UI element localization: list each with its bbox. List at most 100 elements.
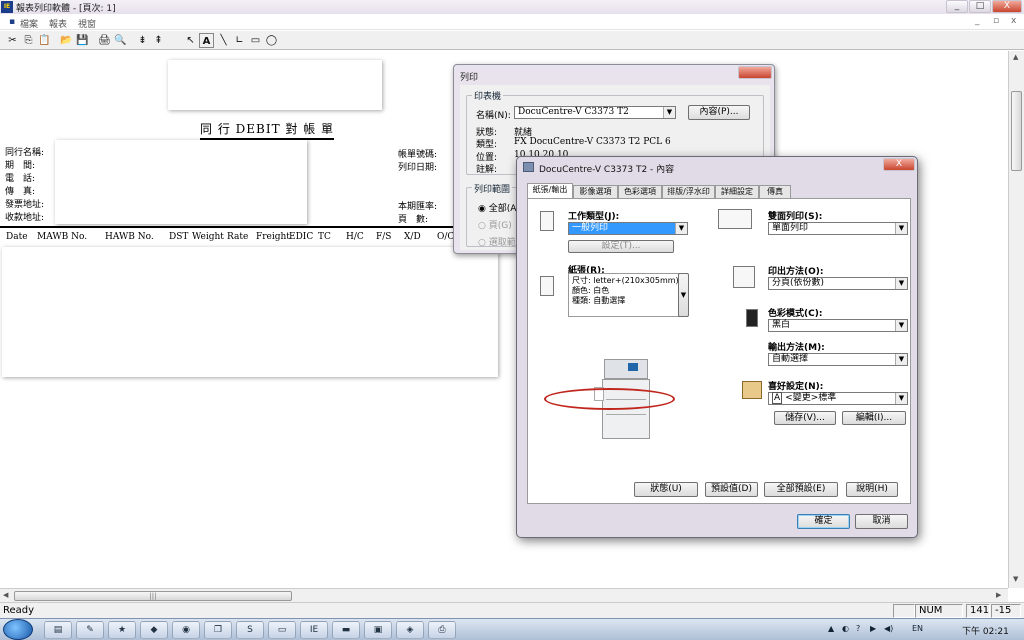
tab-image-options[interactable]: 影像選項 <box>573 185 618 198</box>
terminal-task-icon[interactable]: ▬ <box>332 621 360 639</box>
scroll-down-icon[interactable]: ▼ <box>1013 575 1018 583</box>
minimize-button[interactable]: _ <box>946 0 968 13</box>
range-pages-radio[interactable]: ○ 頁(G) <box>478 218 512 231</box>
tray-volume-icon[interactable]: ◀) <box>884 624 893 633</box>
page-down-icon[interactable]: ⇟ <box>135 33 150 48</box>
col-fs: F/S <box>376 232 392 242</box>
scroll-right-icon[interactable]: ▶ <box>996 591 1001 599</box>
ellipse-tool-icon[interactable]: ◯ <box>264 33 279 48</box>
col-mawb: MAWB No. <box>37 232 88 242</box>
cancel-button[interactable]: 取消 <box>855 514 908 529</box>
tab-layout-watermark[interactable]: 排版/浮水印 <box>662 185 715 198</box>
all-defaults-button[interactable]: 全部預設(E) <box>764 482 838 497</box>
printer-task-icon[interactable]: ⎙ <box>428 621 456 639</box>
range-selection-radio[interactable]: ○ 選取範 <box>478 235 516 248</box>
color-mode-select[interactable]: 黑白 ▼ <box>768 319 908 332</box>
printer-name-select[interactable]: DocuCentre-V C3373 T2 ▼ <box>514 106 676 119</box>
output-dest-select[interactable]: 自動選擇 ▼ <box>768 353 908 366</box>
pointer-icon[interactable]: ↖ <box>183 33 198 48</box>
acrobat-task-icon[interactable]: ◈ <box>396 621 424 639</box>
chevron-down-icon: ▼ <box>663 107 675 118</box>
defaults-button[interactable]: 預設值(D) <box>705 482 758 497</box>
page-up-icon[interactable]: ⇞ <box>151 33 166 48</box>
skype-task-icon[interactable]: S <box>236 621 264 639</box>
range-all-radio[interactable]: ◉ 全部(A) <box>478 201 520 214</box>
tray-flag-icon[interactable]: ▶ <box>870 624 876 633</box>
output-mode-select[interactable]: 分頁(依份數) ▼ <box>768 277 908 290</box>
printer-state-button[interactable]: 狀態(U) <box>634 482 698 497</box>
tray-language-icon[interactable]: EN <box>912 624 923 633</box>
tray-help-icon[interactable]: ? <box>856 624 860 633</box>
status-bar: Ready NUM 141 -15 <box>0 602 1024 618</box>
ok-button[interactable]: 確定 <box>797 514 850 529</box>
copy-icon[interactable]: ⎘ <box>21 33 36 48</box>
col-weight: Weight <box>192 232 224 242</box>
taskbar-clock[interactable]: 下午 02:21 <box>962 624 1009 637</box>
col-edic: EDIC <box>289 232 314 242</box>
paper-dropdown-button[interactable]: ▼ <box>678 273 689 317</box>
vertical-scrollbar[interactable]: ▲ ▼ <box>1008 51 1024 588</box>
help-button[interactable]: 說明(H) <box>846 482 898 497</box>
report-app-task-icon[interactable]: IE <box>300 621 328 639</box>
save-favorites-button[interactable]: 儲存(V)... <box>774 411 836 425</box>
app-title-bar: IE 報表列印軟體 - [頁次: 1] _ □ X <box>0 0 1024 14</box>
print-dialog-close-button[interactable] <box>738 66 772 79</box>
menu-report[interactable]: 報表 <box>49 17 67 30</box>
favorites-value: <變更>標準 <box>785 393 837 403</box>
print-dialog-title: 列印 <box>460 73 479 83</box>
printer-type-value: FX DocuCentre-V C3373 T2 PCL 6 <box>514 137 671 147</box>
mdi-minimize-button[interactable]: _ <box>975 16 980 26</box>
open-icon[interactable]: 📂 <box>59 33 74 48</box>
tools-task-icon[interactable]: ✎ <box>76 621 104 639</box>
window-title: 報表列印軟體 - [頁次: 1] <box>16 4 116 14</box>
scroll-left-icon[interactable]: ◀ <box>3 591 8 599</box>
corner-tool-icon[interactable]: ∟ <box>232 33 247 48</box>
start-button[interactable] <box>3 619 33 640</box>
line-tool-icon[interactable]: ╲ <box>216 33 231 48</box>
paste-icon[interactable]: 📋 <box>37 33 52 48</box>
favorites-select[interactable]: A <變更>標準 ▼ <box>768 392 908 405</box>
maximize-button[interactable]: □ <box>969 0 991 13</box>
properties-close-button[interactable]: X <box>883 158 915 171</box>
printer-properties-button[interactable]: 內容(P)... <box>688 105 750 120</box>
paper-summary-box[interactable]: 尺寸: letter+(210x305mm) 顏色: 白色 種類: 自動選擇 <box>568 273 688 317</box>
col-date: Date <box>6 232 28 242</box>
menu-file[interactable]: 檔案 <box>20 17 38 30</box>
paper-output-pane: 工作類型(J): 一般列印 ▼ 設定(T)... 紙張(R): 尺寸: lette… <box>527 198 911 504</box>
tab-fax[interactable]: 傳真 <box>759 185 791 198</box>
tray-expand-icon[interactable]: ▲ <box>828 624 834 633</box>
notes-task-icon[interactable]: ❐ <box>204 621 232 639</box>
label-print-date: 列印日期: <box>398 163 438 173</box>
horizontal-scrollbar[interactable]: ◀ ||| ▶ <box>0 588 1008 602</box>
mdi-restore-button[interactable]: ▫ <box>993 16 999 26</box>
print-preview-icon[interactable]: 🔍 <box>113 33 128 48</box>
scroll-up-icon[interactable]: ▲ <box>1013 53 1018 61</box>
label-fax: 傳 真: <box>5 187 36 197</box>
tab-paper-output[interactable]: 紙張/輸出 <box>527 183 573 199</box>
app-task-icon[interactable]: ★ <box>108 621 136 639</box>
save-icon[interactable]: 💾 <box>75 33 90 48</box>
horizontal-scroll-thumb[interactable]: ||| <box>14 591 292 601</box>
explorer-task-icon[interactable]: ▤ <box>44 621 72 639</box>
monitor-task-icon[interactable]: ▣ <box>364 621 392 639</box>
menu-window[interactable]: 視窗 <box>78 17 96 30</box>
cut-icon[interactable]: ✂ <box>5 33 20 48</box>
edit-favorites-button[interactable]: 編輯(I)... <box>842 411 906 425</box>
media-task-icon[interactable]: ◆ <box>140 621 168 639</box>
tray-network-icon[interactable]: ◐ <box>842 624 849 633</box>
window-task-icon[interactable]: ▭ <box>268 621 296 639</box>
setup-button[interactable]: 設定(T)... <box>568 240 674 253</box>
rectangle-tool-icon[interactable]: ▭ <box>248 33 263 48</box>
job-type-select[interactable]: 一般列印 ▼ <box>568 222 688 235</box>
redacted-company-info <box>55 140 307 224</box>
vertical-scroll-thumb[interactable] <box>1011 91 1022 171</box>
tab-advanced[interactable]: 詳細設定 <box>715 185 759 198</box>
tab-color-options[interactable]: 色彩選項 <box>618 185 662 198</box>
duplex-select[interactable]: 單面列印 ▼ <box>768 222 908 235</box>
printer-panel-shape <box>628 363 638 371</box>
close-button[interactable]: X <box>992 0 1022 13</box>
mdi-close-button[interactable]: x <box>1011 16 1016 26</box>
chrome-task-icon[interactable]: ◉ <box>172 621 200 639</box>
print-icon[interactable]: 🖨 <box>97 33 112 48</box>
text-tool-icon[interactable]: A <box>199 33 214 48</box>
